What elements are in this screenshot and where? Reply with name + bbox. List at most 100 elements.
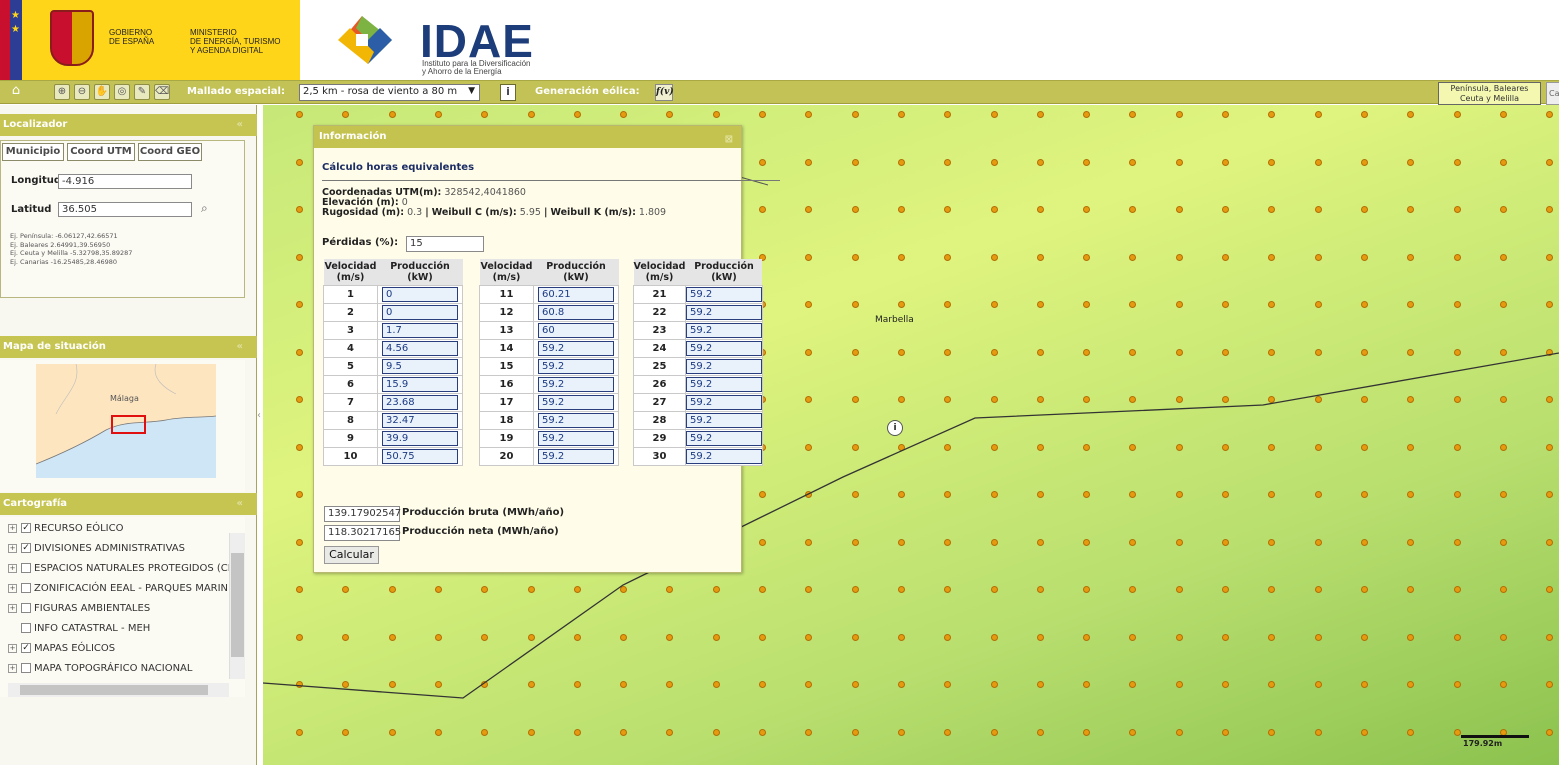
calcular-button[interactable]: Calcular xyxy=(324,546,379,564)
produccion-input[interactable]: 59.2 xyxy=(538,431,614,446)
produccion-cell: 59.2 xyxy=(684,321,763,340)
produccion-cell: 4.56 xyxy=(377,339,463,358)
velocidad-cell: 13 xyxy=(479,321,534,340)
sidebar-toggle[interactable]: ‹ xyxy=(257,410,263,432)
produccion-cell: 15.9 xyxy=(377,375,463,394)
produccion-input[interactable]: 59.2 xyxy=(538,395,614,410)
pencil-icon[interactable]: ✎ xyxy=(134,84,150,100)
produccion-input[interactable]: 59.2 xyxy=(685,395,762,410)
collapse-icon[interactable]: « xyxy=(237,336,243,358)
produccion-input[interactable]: 59.2 xyxy=(685,449,762,464)
mallado-select[interactable]: 2,5 km - rosa de viento a 80 m ▼ xyxy=(299,84,480,101)
expand-icon[interactable]: + xyxy=(8,523,17,533)
produccion-input[interactable]: 15.9 xyxy=(382,377,458,392)
zoom-out-icon[interactable]: ⊖ xyxy=(74,84,90,100)
layer-checkbox[interactable]: ✓ xyxy=(21,523,31,533)
region-canarias-button[interactable]: Ca xyxy=(1546,82,1559,105)
eraser-icon[interactable]: ⌫ xyxy=(154,84,170,100)
pan-hand-icon[interactable]: ✋ xyxy=(94,84,110,100)
layer-checkbox[interactable] xyxy=(21,623,31,633)
produccion-input[interactable]: 32.47 xyxy=(382,413,458,428)
layer-mapas-eolicos[interactable]: + ✓ MAPAS EÓLICOS xyxy=(8,643,115,660)
localizador-header[interactable]: Localizador « xyxy=(0,114,257,136)
produccion-input[interactable]: 59.2 xyxy=(685,413,762,428)
produccion-input[interactable]: 50.75 xyxy=(382,449,458,464)
produccion-input[interactable]: 59.2 xyxy=(538,413,614,428)
expand-icon[interactable]: + xyxy=(8,583,17,593)
location-marker-icon[interactable]: i xyxy=(887,420,903,436)
produccion-input[interactable]: 59.2 xyxy=(538,359,614,374)
expand-icon[interactable]: + xyxy=(8,603,17,613)
produccion-input[interactable]: 59.2 xyxy=(685,323,762,338)
info-window-titlebar[interactable]: Información ⊠ xyxy=(314,126,741,148)
zoom-extent-icon[interactable]: ◎ xyxy=(114,84,130,100)
tab-coord-geo[interactable]: Coord GEO xyxy=(138,143,202,161)
zoom-in-icon[interactable]: ⊕ xyxy=(54,84,70,100)
search-icon[interactable]: ⌕ xyxy=(201,201,208,216)
velocidad-cell: 30 xyxy=(633,447,686,466)
layer-zonificacion[interactable]: + ZONIFICACIÓN EEAL - PARQUES MARIN xyxy=(8,583,228,600)
produccion-input[interactable]: 59.2 xyxy=(685,359,762,374)
localizador-panel xyxy=(0,140,245,298)
layer-checkbox[interactable]: ✓ xyxy=(21,543,31,553)
tab-coord-utm[interactable]: Coord UTM xyxy=(67,143,135,161)
produccion-input[interactable]: 1.7 xyxy=(382,323,458,338)
layer-figuras-ambientales[interactable]: + FIGURAS AMBIENTALES xyxy=(8,603,150,620)
perdidas-input[interactable]: 15 xyxy=(406,236,484,252)
produccion-input[interactable]: 60.21 xyxy=(538,287,614,302)
scrollbar-thumb[interactable] xyxy=(20,685,208,695)
vertical-scrollbar[interactable] xyxy=(229,533,245,679)
expand-icon[interactable]: + xyxy=(8,643,17,653)
expand-icon[interactable]: + xyxy=(8,663,17,673)
layer-recurso-eolico[interactable]: + ✓ RECURSO EÓLICO xyxy=(8,523,123,540)
layer-divisiones[interactable]: + ✓ DIVISIONES ADMINISTRATIVAS xyxy=(8,543,185,560)
table-row: 27 59.2 xyxy=(633,393,763,412)
close-icon[interactable]: ⊠ xyxy=(725,129,733,151)
layer-checkbox[interactable] xyxy=(21,583,31,593)
situacion-minimap[interactable] xyxy=(36,364,216,478)
produccion-input[interactable]: 23.68 xyxy=(382,395,458,410)
cartografia-header[interactable]: Cartografía « xyxy=(0,493,257,515)
expand-icon[interactable]: + xyxy=(8,563,17,573)
produccion-input[interactable]: 59.2 xyxy=(538,341,614,356)
produccion-input[interactable]: 59.2 xyxy=(685,431,762,446)
produccion-input[interactable]: 60 xyxy=(538,323,614,338)
produccion-input[interactable]: 59.2 xyxy=(538,377,614,392)
produccion-input[interactable]: 0 xyxy=(382,305,458,320)
produccion-input[interactable]: 4.56 xyxy=(382,341,458,356)
layer-checkbox[interactable] xyxy=(21,603,31,613)
home-icon[interactable]: ⌂ xyxy=(8,84,24,100)
neta-output[interactable]: 118.30217165 xyxy=(324,525,401,541)
produccion-cell: 50.75 xyxy=(377,447,463,466)
produccion-input[interactable]: 59.2 xyxy=(538,449,614,464)
layer-checkbox[interactable]: ✓ xyxy=(21,643,31,653)
layer-checkbox[interactable] xyxy=(21,563,31,573)
tab-municipio[interactable]: Municipio xyxy=(2,143,64,161)
produccion-input[interactable]: 59.2 xyxy=(685,287,762,302)
expand-icon[interactable]: + xyxy=(8,543,17,553)
collapse-icon[interactable]: « xyxy=(237,114,243,136)
longitud-input[interactable]: -4.916 xyxy=(58,174,192,189)
latitud-input[interactable]: 36.505 xyxy=(58,202,192,217)
produccion-input[interactable]: 59.2 xyxy=(685,341,762,356)
layer-mapa-topografico[interactable]: + MAPA TOPOGRÁFICO NACIONAL xyxy=(8,663,192,680)
fw-function-button[interactable]: f(v) xyxy=(655,84,674,101)
layer-espacios-naturales[interactable]: + ESPACIOS NATURALES PROTEGIDOS (CI xyxy=(8,563,231,580)
perdidas-label: Pérdidas (%): xyxy=(322,237,399,248)
produccion-input[interactable]: 0 xyxy=(382,287,458,302)
produccion-input[interactable]: 39.9 xyxy=(382,431,458,446)
produccion-input[interactable]: 59.2 xyxy=(685,377,762,392)
produccion-input[interactable]: 59.2 xyxy=(685,305,762,320)
region-peninsula-button[interactable]: Península, Baleares Ceuta y Melilla xyxy=(1438,82,1541,105)
produccion-input[interactable]: 60.8 xyxy=(538,305,614,320)
layer-checkbox[interactable] xyxy=(21,663,31,673)
info-button[interactable]: i xyxy=(500,84,516,101)
info-window: Información ⊠ Cálculo horas equivalentes… xyxy=(313,125,780,573)
mapa-situacion-header[interactable]: Mapa de situación « xyxy=(0,336,257,358)
scrollbar-thumb[interactable] xyxy=(231,553,244,657)
horizontal-scrollbar[interactable] xyxy=(8,683,229,697)
collapse-icon[interactable]: « xyxy=(237,493,243,515)
produccion-input[interactable]: 9.5 xyxy=(382,359,458,374)
layer-info-catastral[interactable]: INFO CATASTRAL - MEH xyxy=(8,623,150,640)
bruta-output[interactable]: 139.17902547 xyxy=(324,506,401,522)
